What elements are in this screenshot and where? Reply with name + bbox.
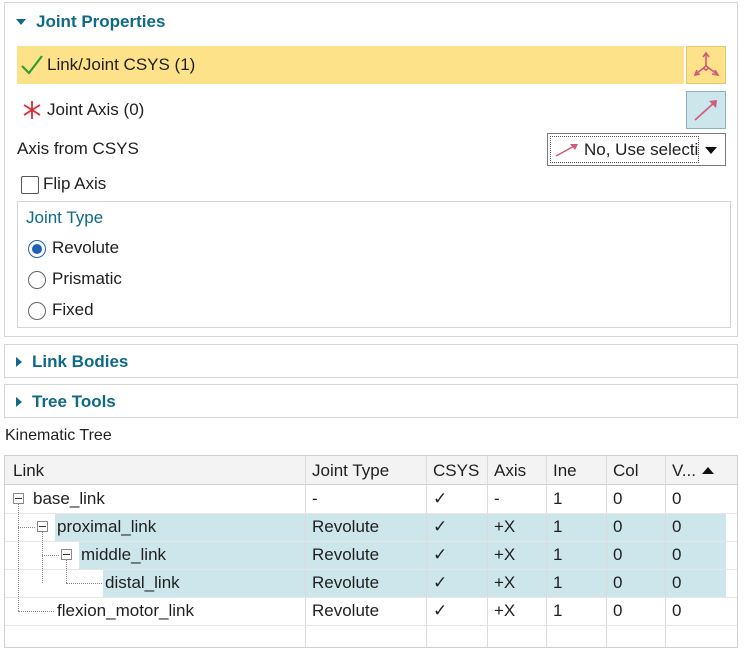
tree-line [66, 560, 67, 583]
tree-line [18, 504, 19, 611]
link-bodies-header[interactable]: Link Bodies [5, 345, 737, 379]
vector-arrow-icon [694, 100, 717, 121]
table-cell-ine: 1 [553, 489, 563, 508]
table-cell-ine: 1 [553, 545, 563, 564]
table-cell-axis: - [494, 489, 500, 508]
radio-prismatic[interactable] [28, 271, 46, 289]
table-cell-v: 0 [672, 573, 682, 592]
sort-ascending-icon [702, 467, 714, 474]
radio-revolute[interactable] [28, 240, 46, 258]
axis-select-button[interactable] [686, 91, 726, 129]
check-icon [21, 55, 43, 75]
joint-type-title: Joint Type [26, 208, 104, 227]
column-header-ine[interactable]: Ine [547, 457, 577, 485]
table-cell-csys: ✓ [433, 601, 448, 620]
collapse-toggle-icon[interactable] [37, 521, 48, 532]
table-cell-axis: +X [494, 545, 516, 564]
link-bodies-title: Link Bodies [32, 352, 129, 371]
fixed-label: Fixed [52, 300, 94, 319]
axis-from-csys-dropdown[interactable]: No, Use selecti [547, 133, 726, 166]
csys-select-button[interactable] [686, 46, 726, 84]
column-header-axis[interactable]: Axis [488, 457, 526, 485]
table-cell-v: 0 [672, 517, 682, 536]
table-cell-col: 0 [613, 545, 623, 564]
asterisk-icon [23, 101, 41, 119]
chevron-down-icon[interactable] [705, 147, 717, 154]
dropdown-value: No, Use selecti [584, 139, 699, 159]
dropdown-selected: No, Use selecti [550, 136, 699, 163]
tree-line [66, 583, 102, 584]
link-csys-label: Link/Joint CSYS (1) [47, 55, 196, 74]
collapse-toggle-icon[interactable] [13, 493, 24, 504]
axis-from-csys-label: Axis from CSYS [17, 139, 139, 158]
tree-link-name[interactable]: proximal_link [51, 513, 156, 541]
table-cell-v: 0 [672, 545, 682, 564]
table-cell-csys: ✓ [433, 573, 448, 592]
tree-line [42, 532, 43, 583]
prismatic-label: Prismatic [52, 269, 122, 288]
flip-axis-label: Flip Axis [43, 174, 107, 193]
radio-fixed[interactable] [28, 302, 46, 320]
table-cell-col: 0 [613, 601, 623, 620]
csys-axes-icon [693, 51, 720, 77]
column-header-joint-type[interactable]: Joint Type [306, 457, 389, 485]
kinematic-tree-title: Kinematic Tree [5, 427, 112, 444]
tree-line [18, 527, 35, 528]
link-csys-selector[interactable]: Link/Joint CSYS (1) [17, 46, 684, 84]
column-header-csys[interactable]: CSYS [427, 457, 479, 485]
joint-properties-panel: Joint Properties Link/Joint CSYS (1) Joi… [4, 2, 738, 337]
table-cell-joint-type: Revolute [312, 601, 380, 620]
link-bodies-panel: Link Bodies [4, 344, 738, 378]
collapse-toggle-icon[interactable] [61, 549, 72, 560]
table-cell-v: 0 [672, 489, 682, 508]
tree-tools-title: Tree Tools [32, 392, 116, 411]
column-header-v[interactable]: V... [666, 457, 696, 485]
joint-type-group: Joint Type Revolute Prismatic Fixed [17, 201, 731, 328]
chevron-right-icon [16, 397, 22, 407]
chevron-down-icon [16, 19, 26, 25]
tree-link-name[interactable]: flexion_motor_link [51, 597, 194, 625]
joint-axis-label: Joint Axis (0) [47, 100, 145, 119]
chevron-right-icon [16, 357, 22, 367]
table-cell-axis: +X [494, 601, 516, 620]
table-cell-axis: +X [494, 573, 516, 592]
row-divider [5, 625, 737, 626]
tree-link-name[interactable]: distal_link [99, 569, 180, 597]
tree-tools-header[interactable]: Tree Tools [5, 385, 737, 419]
table-cell-axis: +X [494, 517, 516, 536]
table-cell-ine: 1 [553, 517, 563, 536]
column-header-col[interactable]: Col [607, 457, 639, 485]
row-selection [103, 569, 726, 597]
table-cell-joint-type: Revolute [312, 573, 380, 592]
tree-line [18, 611, 54, 612]
table-cell-col: 0 [613, 573, 623, 592]
revolute-label: Revolute [52, 238, 120, 257]
tree-link-name[interactable]: base_link [27, 485, 105, 513]
tree-line [42, 555, 59, 556]
vector-arrow-icon [555, 143, 578, 157]
kinematic-tree-table[interactable]: Link Joint Type CSYS Axis Ine Col V... b… [4, 455, 738, 648]
table-cell-v: 0 [672, 601, 682, 620]
table-cell-joint-type: Revolute [312, 545, 380, 564]
flip-axis-checkbox[interactable] [21, 176, 39, 194]
table-cell-col: 0 [613, 517, 623, 536]
row-selection [79, 541, 726, 569]
tree-tools-panel: Tree Tools [4, 384, 738, 418]
joint-properties-header[interactable]: Joint Properties [5, 5, 737, 39]
column-header-link[interactable]: Link [7, 457, 44, 485]
table-cell-col: 0 [613, 489, 623, 508]
table-cell-csys: ✓ [433, 489, 448, 508]
table-cell-csys: ✓ [433, 545, 448, 564]
table-cell-ine: 1 [553, 573, 563, 592]
tree-link-name[interactable]: middle_link [75, 541, 166, 569]
joint-axis-selector[interactable]: Joint Axis (0) [17, 91, 684, 129]
table-cell-joint-type: Revolute [312, 517, 380, 536]
table-cell-joint-type: - [312, 489, 318, 508]
table-cell-ine: 1 [553, 601, 563, 620]
joint-properties-title: Joint Properties [36, 12, 166, 31]
table-cell-csys: ✓ [433, 517, 448, 536]
